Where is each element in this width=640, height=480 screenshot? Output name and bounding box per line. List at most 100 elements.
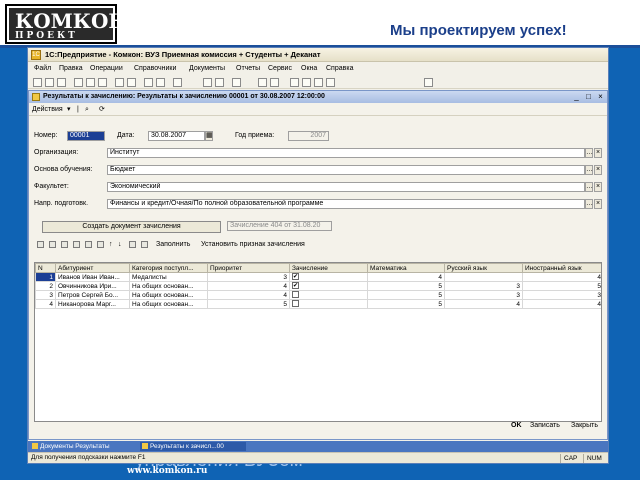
calendar-picker-icon[interactable]: ▦ (205, 131, 213, 141)
redo-icon[interactable] (156, 78, 165, 87)
direction-clear-icon[interactable]: × (594, 199, 602, 209)
priority-cell[interactable]: 4 (207, 281, 290, 291)
create-enrollment-button[interactable]: Создать документ зачисления (42, 221, 221, 233)
favorites-icon[interactable] (424, 78, 433, 87)
menu-documents[interactable]: Документы (189, 65, 225, 72)
print-icon[interactable] (115, 78, 124, 87)
close-button[interactable]: Закрыть (571, 422, 598, 429)
menu-operations[interactable]: Операции (90, 65, 123, 72)
enrollment-cell[interactable]: ✔ (289, 272, 368, 282)
faculty-clear-icon[interactable]: × (594, 182, 602, 192)
copy-icon[interactable] (86, 78, 95, 87)
enrollment-cell[interactable]: ✔ (289, 281, 368, 291)
foreign-cell[interactable]: 4 (522, 299, 601, 309)
column-header-applicant[interactable]: Абитуриент (55, 263, 130, 273)
direction-field[interactable]: Финансы и кредит/Очная/По полной образов… (107, 199, 585, 209)
chevron-down-icon[interactable]: ▾ (67, 105, 71, 115)
catalog-icon[interactable] (314, 78, 323, 87)
russian-cell[interactable]: 3 (444, 290, 523, 300)
menu-windows[interactable]: Окна (301, 65, 317, 72)
set-enrollment-flag-button[interactable]: Установить признак зачисления (201, 241, 305, 248)
undo-icon[interactable] (144, 78, 153, 87)
open-folder-icon[interactable] (45, 78, 54, 87)
enrollment-checkbox[interactable]: ✔ (292, 273, 299, 281)
refresh-icon[interactable]: ⟳ (99, 105, 105, 115)
applicant-cell[interactable]: Петров Сергей Бо... (55, 290, 130, 300)
delete-row-icon[interactable] (73, 241, 80, 248)
date-field[interactable]: 30.08.2007 (148, 131, 205, 141)
faculty-field[interactable]: Экономический (107, 182, 585, 192)
report-icon[interactable] (290, 78, 299, 87)
move-up-icon[interactable]: ↑ (109, 241, 113, 248)
direction-select-button[interactable]: … (585, 199, 593, 209)
column-header-category[interactable]: Категория поступл... (129, 263, 208, 273)
math-cell[interactable]: 5 (367, 290, 445, 300)
menu-service[interactable]: Сервис (268, 65, 292, 72)
organization-clear-icon[interactable]: × (594, 148, 602, 158)
math-cell[interactable]: 5 (367, 281, 445, 291)
applicant-cell[interactable]: Иванов Иван Иван... (55, 272, 130, 282)
column-header-n[interactable]: N (35, 263, 56, 273)
task-current-document[interactable]: Результаты к зачисл...00 (140, 442, 246, 451)
russian-cell[interactable]: 4 (444, 299, 523, 309)
paste-icon[interactable] (98, 78, 107, 87)
edit-row-icon[interactable] (61, 241, 68, 248)
enrollment-checkbox[interactable]: ✔ (292, 282, 299, 290)
table-row[interactable]: 2 Овчинникова Ири... На общих основан...… (35, 281, 601, 291)
new-document-icon[interactable] (33, 78, 42, 87)
enrollment-checkbox[interactable] (292, 291, 299, 299)
task-documents-results[interactable]: Документы Результаты (30, 442, 136, 451)
basis-field[interactable]: Бюджет (107, 165, 585, 175)
add-row-icon[interactable] (37, 241, 44, 248)
fill-icon[interactable] (141, 241, 148, 248)
menu-reports[interactable]: Отчеты (236, 65, 260, 72)
column-header-priority[interactable]: Приоритет (207, 263, 290, 273)
organization-select-button[interactable]: … (585, 148, 593, 158)
category-cell[interactable]: На общих основан... (129, 290, 208, 300)
end-edit-icon[interactable] (85, 241, 92, 248)
actions-menu-button[interactable]: Действия (32, 105, 63, 115)
calculator-icon[interactable] (203, 78, 212, 87)
basis-clear-icon[interactable]: × (594, 165, 602, 175)
column-header-russian[interactable]: Русский язык (444, 263, 523, 273)
priority-cell[interactable]: 4 (207, 290, 290, 300)
menu-help[interactable]: Справка (326, 65, 353, 72)
math-cell[interactable]: 4 (367, 272, 445, 282)
column-header-foreign[interactable]: Иностранный язык (522, 263, 601, 273)
applicant-cell[interactable]: Никанорова Марг... (55, 299, 130, 309)
category-cell[interactable]: На общих основан... (129, 299, 208, 309)
calendar-icon[interactable] (215, 78, 224, 87)
enrollment-checkbox[interactable] (292, 300, 299, 308)
table-row[interactable]: 4 Никанорова Марг... На общих основан...… (35, 299, 601, 309)
menu-file[interactable]: Файл (34, 65, 51, 72)
priority-cell[interactable]: 5 (207, 299, 290, 309)
search-icon[interactable] (173, 78, 182, 87)
save-icon[interactable] (57, 78, 66, 87)
help-icon[interactable] (232, 78, 241, 87)
fill-button[interactable]: Заполнить (156, 241, 190, 248)
faculty-select-button[interactable]: … (585, 182, 593, 192)
filter-icon[interactable] (97, 241, 104, 248)
move-down-icon[interactable]: ↓ (118, 241, 122, 248)
journal-icon[interactable] (302, 78, 311, 87)
foreign-cell[interactable]: 5 (522, 281, 601, 291)
save-button[interactable]: Записать (530, 422, 560, 429)
foreign-cell[interactable]: 3 (522, 290, 601, 300)
menu-catalogs[interactable]: Справочники (134, 65, 176, 72)
table-row[interactable]: 1 Иванов Иван Иван... Медалисты 3 ✔ 4 4 (35, 272, 601, 282)
math-cell[interactable]: 5 (367, 299, 445, 309)
column-header-math[interactable]: Математика (367, 263, 445, 273)
applicant-cell[interactable]: Овчинникова Ири... (55, 281, 130, 291)
organization-field[interactable]: Институт (107, 148, 585, 158)
copy-row-icon[interactable] (49, 241, 56, 248)
find-icon[interactable]: ⌕ (85, 105, 89, 115)
maximize-icon[interactable]: □ (584, 92, 593, 101)
tool-icon[interactable] (258, 78, 267, 87)
basis-select-button[interactable]: … (585, 165, 593, 175)
preview-icon[interactable] (127, 78, 136, 87)
enrollment-cell[interactable] (289, 290, 368, 300)
priority-cell[interactable]: 3 (207, 272, 290, 282)
number-field[interactable]: 00001 (67, 131, 105, 141)
russian-cell[interactable]: 3 (444, 281, 523, 291)
foreign-cell[interactable]: 4 (522, 272, 601, 282)
